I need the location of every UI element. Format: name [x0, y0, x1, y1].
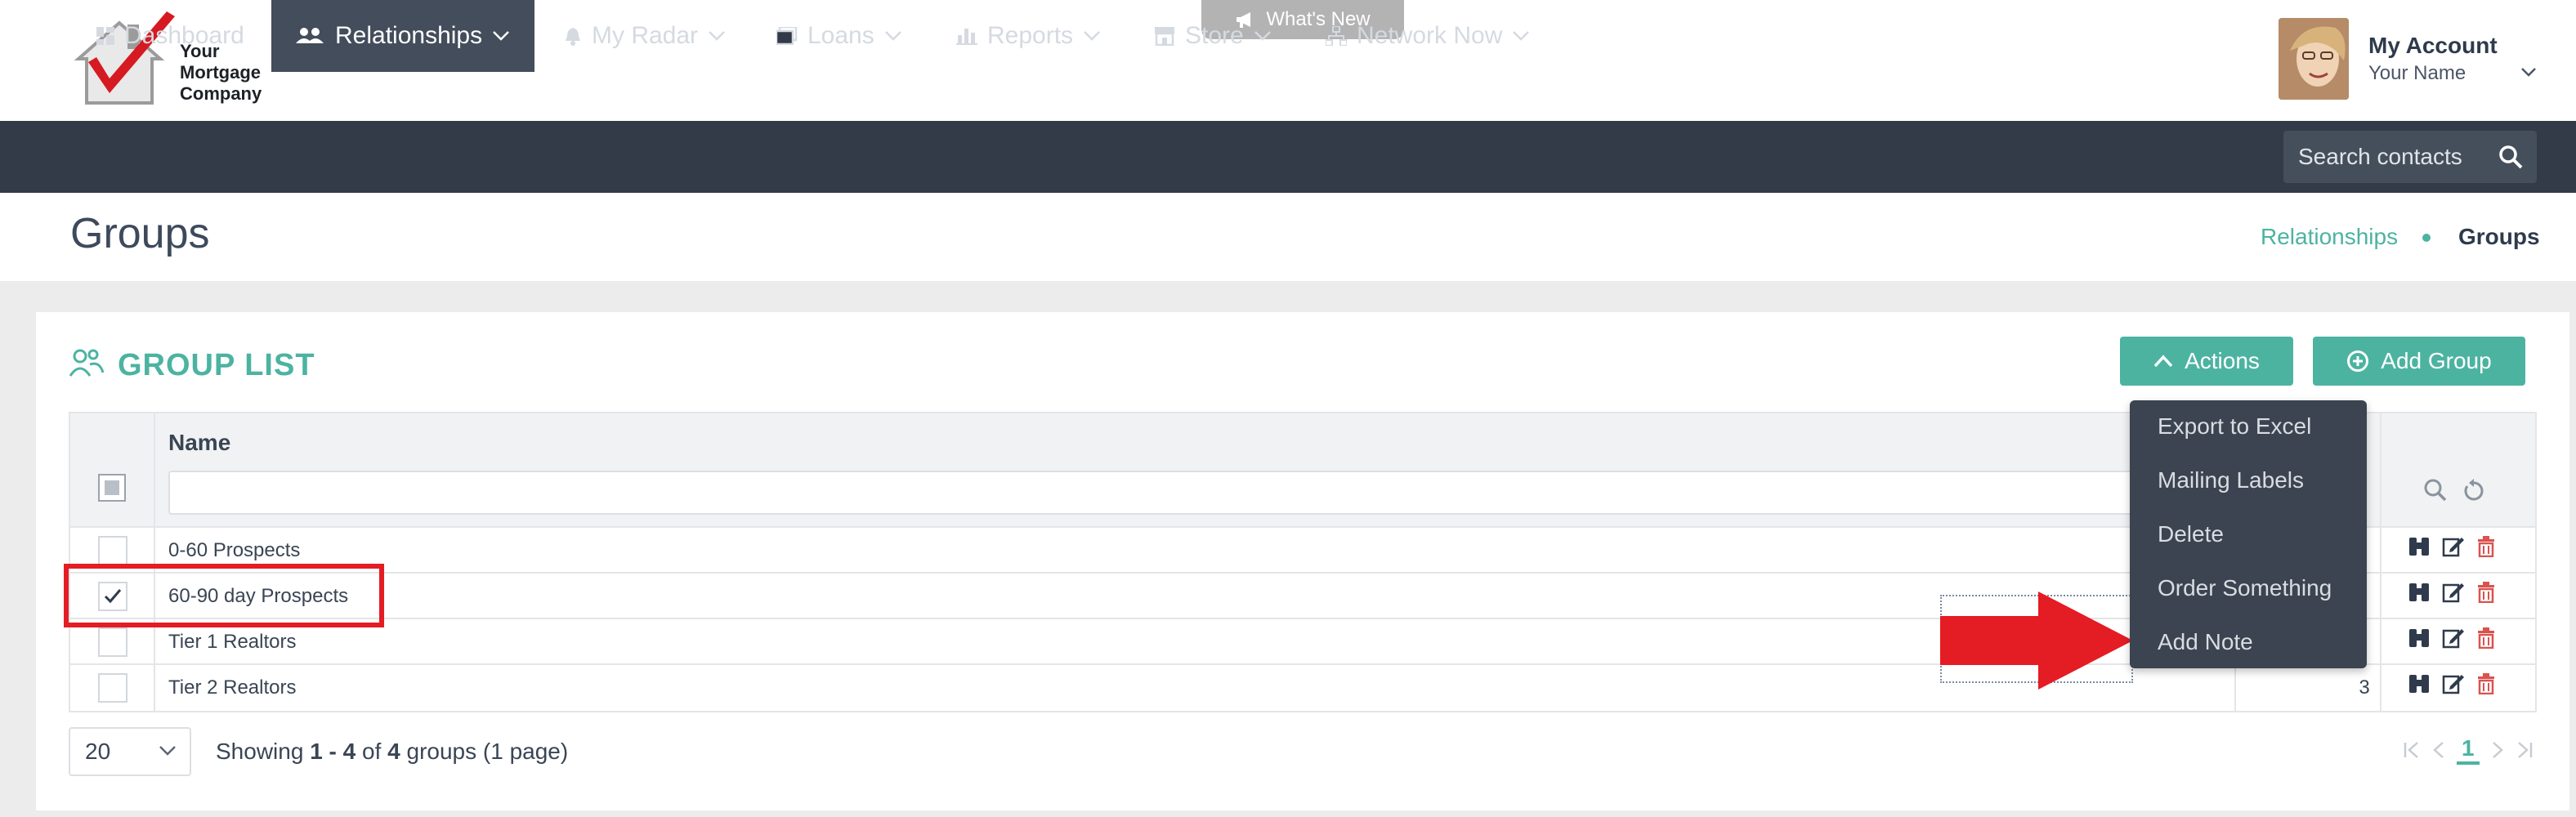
actions-menu: Export to Excel Mailing Labels Delete Or… [2130, 400, 2367, 668]
nav-loans-label: Loans [807, 22, 874, 49]
name-column-header[interactable]: Name [168, 430, 230, 456]
next-page-icon[interactable] [2491, 741, 2504, 759]
nav-network-now-label: Network Now [1357, 22, 1503, 49]
trash-icon[interactable] [2476, 673, 2496, 694]
nav-my-radar[interactable]: My Radar [564, 0, 726, 72]
menu-item-delete[interactable]: Delete [2158, 521, 2224, 547]
nav-my-radar-label: My Radar [592, 22, 699, 49]
main-navbar [0, 121, 2576, 193]
loans-icon [776, 27, 798, 45]
chevron-up-icon [2153, 355, 2173, 368]
nav-relationships[interactable]: Relationships [271, 0, 535, 72]
search-icon[interactable] [2422, 477, 2449, 503]
row-checkbox[interactable] [98, 536, 127, 565]
reset-icon[interactable] [2462, 479, 2486, 503]
page-size-select[interactable]: 20 [69, 727, 191, 776]
breadcrumb-groups: Groups [2458, 224, 2540, 249]
previous-page-icon[interactable] [2432, 741, 2445, 759]
edit-icon[interactable] [2442, 582, 2465, 603]
group-icon [69, 349, 105, 377]
menu-item-order-something[interactable]: Order Something [2158, 575, 2332, 601]
red-arrow-icon [1940, 592, 2133, 690]
nav-store-label: Store [1185, 22, 1244, 49]
row-actions [2408, 673, 2496, 694]
search-icon[interactable] [2498, 144, 2524, 170]
actions-label: Actions [2185, 348, 2260, 373]
profile-photo-icon [2279, 18, 2349, 100]
edit-icon[interactable] [2442, 627, 2465, 649]
menu-item-add-note[interactable]: Add Note [2158, 629, 2253, 655]
trash-icon[interactable] [2476, 536, 2496, 557]
row-actions [2408, 627, 2496, 649]
name-filter-input[interactable] [168, 471, 2220, 515]
breadcrumb-separator [2422, 234, 2431, 242]
search-placeholder: Search contacts [2298, 144, 2462, 169]
first-page-icon[interactable] [2403, 741, 2421, 759]
trash-icon[interactable] [2476, 627, 2496, 649]
chevron-down-icon [1513, 31, 1530, 41]
dashboard-icon [96, 27, 114, 45]
nav-loans[interactable]: Loans [776, 0, 902, 72]
chevron-down-icon [493, 31, 509, 41]
row-actions [2408, 582, 2496, 603]
group-name[interactable]: Tier 2 Realtors [168, 676, 297, 699]
account-user-name[interactable]: Your Name [2368, 62, 2466, 85]
add-group-button[interactable]: Add Group [2313, 337, 2525, 386]
binoculars-icon[interactable] [2408, 627, 2431, 649]
nav-reports-label: Reports [987, 22, 1074, 49]
breadcrumb-relationships[interactable]: Relationships [2261, 224, 2398, 250]
search-contacts-input[interactable]: Search contacts [2283, 131, 2537, 183]
pagination: 1 [2403, 735, 2534, 765]
last-page-icon[interactable] [2516, 741, 2534, 759]
nav-dashboard-label: Dashboard [124, 22, 244, 49]
select-all-checkbox[interactable] [98, 474, 126, 502]
users-icon [296, 28, 324, 43]
chevron-down-icon [709, 31, 725, 41]
bar-chart-icon [956, 29, 977, 45]
chevron-down-icon[interactable] [2519, 62, 2538, 82]
row-checkbox[interactable] [98, 627, 127, 657]
nav-relationships-label: Relationships [335, 22, 483, 49]
nav-reports[interactable]: Reports [956, 0, 1101, 72]
plus-circle-icon [2347, 350, 2369, 372]
pagination-summary: Showing 1 - 4 of 4 groups (1 page) [216, 739, 569, 764]
group-list-title: GROUP LIST [118, 348, 315, 382]
edit-icon[interactable] [2442, 536, 2465, 557]
edit-icon[interactable] [2442, 673, 2465, 694]
column-separator [154, 413, 155, 711]
highlight-box [64, 564, 384, 627]
chevron-down-icon [1084, 31, 1100, 41]
my-account-title[interactable]: My Account [2368, 33, 2498, 59]
bell-icon [566, 28, 580, 46]
row-checkbox[interactable] [98, 673, 127, 703]
add-group-label: Add Group [2381, 348, 2492, 373]
avatar[interactable] [2279, 18, 2349, 100]
nav-dashboard[interactable]: Dashboard [96, 0, 244, 72]
page-title: Groups [70, 210, 210, 257]
actions-button[interactable]: Actions [2120, 337, 2293, 386]
chevron-down-icon [1254, 31, 1271, 41]
chevron-down-icon [159, 746, 176, 756]
group-name[interactable]: Tier 1 Realtors [168, 631, 297, 654]
chevron-down-icon [884, 31, 901, 41]
menu-item-export-to-excel[interactable]: Export to Excel [2158, 413, 2311, 440]
page-size-value: 20 [85, 739, 111, 764]
network-icon [1326, 26, 1347, 46]
row-actions [2408, 536, 2496, 557]
binoculars-icon[interactable] [2408, 673, 2431, 694]
nav-store[interactable]: Store [1154, 0, 1272, 72]
binoculars-icon[interactable] [2408, 582, 2431, 603]
page-title-band [0, 193, 2576, 281]
group-name[interactable]: 0-60 Prospects [168, 539, 300, 562]
trash-icon[interactable] [2476, 582, 2496, 603]
page-number-current[interactable]: 1 [2457, 735, 2480, 765]
table-row[interactable]: Tier 2 Realtors 3 [70, 665, 2535, 711]
menu-item-mailing-labels[interactable]: Mailing Labels [2158, 467, 2304, 493]
binoculars-icon[interactable] [2408, 536, 2431, 557]
nav-network-now[interactable]: Network Now [1326, 0, 1530, 72]
column-separator [2380, 413, 2381, 711]
store-icon [1155, 27, 1174, 46]
